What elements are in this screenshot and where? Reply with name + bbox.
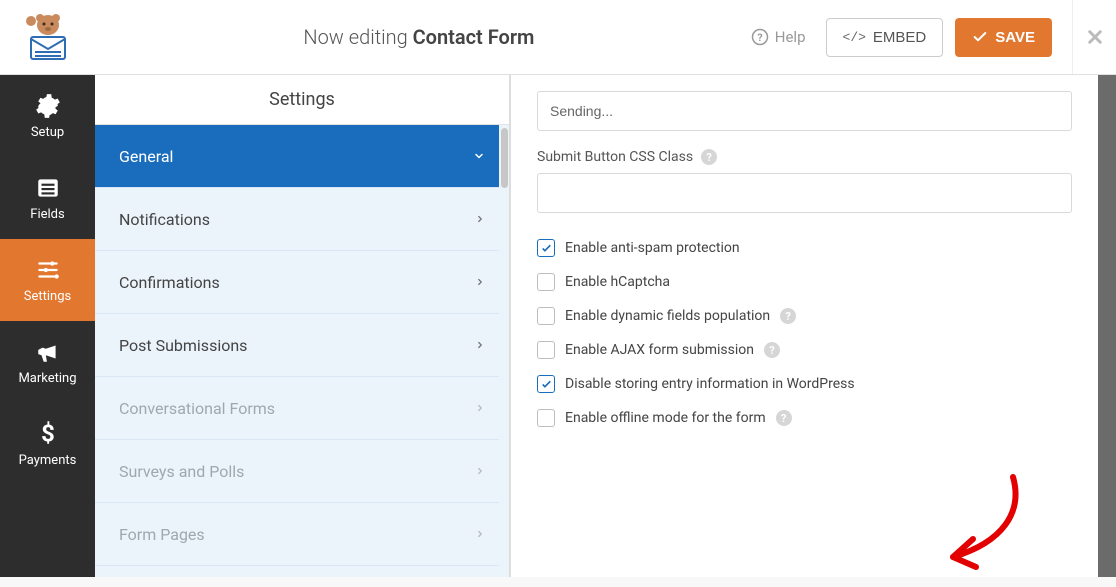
embed-button[interactable]: </> EMBED <box>826 18 944 57</box>
sidebar: Setup Fields Settings Marketing $ Paymen… <box>0 75 95 577</box>
settings-item-confirmations[interactable]: Confirmations <box>95 251 509 314</box>
css-class-label: Submit Button CSS Class ? <box>537 149 1072 165</box>
svg-text:?: ? <box>757 31 762 44</box>
settings-item-label: Form Pages <box>119 525 205 544</box>
help-tooltip-icon[interactable]: ? <box>701 149 717 165</box>
checkbox-hcaptcha[interactable]: Enable hCaptcha <box>537 273 1072 291</box>
main: Setup Fields Settings Marketing $ Paymen… <box>0 75 1116 577</box>
help-icon: ? <box>751 28 769 46</box>
settings-item-post-submissions[interactable]: Post Submissions <box>95 314 509 377</box>
checkbox-offline-mode[interactable]: Enable offline mode for the form ? <box>537 409 1072 427</box>
content-wrap: Submit Button CSS Class ? Enable anti-sp… <box>510 75 1116 577</box>
settings-item-form-pages[interactable]: Form Pages <box>95 503 509 566</box>
chevron-down-icon <box>473 150 485 162</box>
checkbox-label: Enable hCaptcha <box>565 274 670 290</box>
settings-item-label: Confirmations <box>119 273 220 292</box>
sidebar-item-setup[interactable]: Setup <box>0 75 95 157</box>
close-icon <box>1086 28 1104 46</box>
sidebar-item-settings[interactable]: Settings <box>0 239 95 321</box>
css-class-input[interactable] <box>537 173 1072 213</box>
subpanel-list: General Notifications Confirmations Post… <box>95 125 509 577</box>
settings-item-label: Conversational Forms <box>119 399 275 418</box>
sidebar-item-label: Marketing <box>18 371 76 386</box>
subpanel-title: Settings <box>95 75 509 125</box>
settings-item-general[interactable]: General <box>95 125 509 188</box>
editing-prefix: Now editing <box>303 25 412 49</box>
sidebar-item-marketing[interactable]: Marketing <box>0 321 95 403</box>
checkbox-anti-spam[interactable]: Enable anti-spam protection <box>537 239 1072 257</box>
chevron-right-icon <box>475 340 485 350</box>
sidebar-item-payments[interactable]: $ Payments <box>0 403 95 485</box>
checkbox-label: Enable offline mode for the form <box>565 410 766 426</box>
settings-item-surveys-polls[interactable]: Surveys and Polls <box>95 440 509 503</box>
list-icon <box>35 175 61 201</box>
help-tooltip-icon[interactable]: ? <box>764 342 780 358</box>
checkbox-label: Enable AJAX form submission <box>565 342 754 358</box>
checkbox-icon <box>537 341 555 359</box>
save-button[interactable]: SAVE <box>955 18 1052 57</box>
checkbox-disable-storing[interactable]: Disable storing entry information in Wor… <box>537 375 1072 393</box>
sidebar-item-label: Payments <box>19 453 77 468</box>
settings-subpanel: Settings General Notifications Confirmat… <box>95 75 510 577</box>
sidebar-item-fields[interactable]: Fields <box>0 157 95 239</box>
topbar-actions: ? Help </> EMBED SAVE <box>743 18 1072 57</box>
embed-icon: </> <box>843 30 866 45</box>
checkbox-icon <box>537 239 555 257</box>
checkbox-dynamic-fields[interactable]: Enable dynamic fields population ? <box>537 307 1072 325</box>
gear-icon <box>35 93 61 119</box>
sidebar-item-label: Setup <box>31 125 64 140</box>
settings-item-label: Notifications <box>119 210 210 229</box>
settings-general-form: Submit Button CSS Class ? Enable anti-sp… <box>510 75 1098 577</box>
topbar: Now editing Contact Form ? Help </> EMBE… <box>0 0 1116 75</box>
settings-item-conversational-forms[interactable]: Conversational Forms <box>95 377 509 440</box>
checkbox-label: Enable anti-spam protection <box>565 240 740 256</box>
settings-item-label: Post Submissions <box>119 336 247 355</box>
chevron-right-icon <box>475 403 485 413</box>
dollar-icon: $ <box>35 421 61 447</box>
help-tooltip-icon[interactable]: ? <box>780 308 796 324</box>
checkbox-icon <box>537 273 555 291</box>
checkbox-icon <box>537 375 555 393</box>
checkbox-ajax-submission[interactable]: Enable AJAX form submission ? <box>537 341 1072 359</box>
bullhorn-icon <box>35 339 61 365</box>
form-name: Contact Form <box>413 25 535 49</box>
chevron-right-icon <box>475 529 485 539</box>
editing-label: Now editing Contact Form <box>95 25 743 49</box>
chevron-right-icon <box>475 466 485 476</box>
sliders-icon <box>35 257 61 283</box>
scrollbar-thumb[interactable] <box>501 128 508 188</box>
sidebar-item-label: Fields <box>30 207 64 222</box>
checkbox-icon <box>537 409 555 427</box>
scrollbar[interactable] <box>499 125 509 577</box>
chevron-right-icon <box>475 214 485 224</box>
settings-item-label: General <box>119 147 173 166</box>
settings-item-label: Surveys and Polls <box>119 462 244 481</box>
sidebar-item-label: Settings <box>24 289 71 304</box>
chevron-right-icon <box>475 277 485 287</box>
svg-text:$: $ <box>41 421 55 447</box>
help-link[interactable]: ? Help <box>743 22 814 52</box>
logo <box>0 11 95 63</box>
checkbox-label: Enable dynamic fields population <box>565 308 770 324</box>
sending-input[interactable] <box>537 91 1072 131</box>
help-tooltip-icon[interactable]: ? <box>776 410 792 426</box>
checkbox-icon <box>537 307 555 325</box>
check-icon <box>972 29 988 45</box>
checkbox-label: Disable storing entry information in Wor… <box>565 376 855 392</box>
close-button[interactable] <box>1072 0 1116 74</box>
settings-item-notifications[interactable]: Notifications <box>95 188 509 251</box>
